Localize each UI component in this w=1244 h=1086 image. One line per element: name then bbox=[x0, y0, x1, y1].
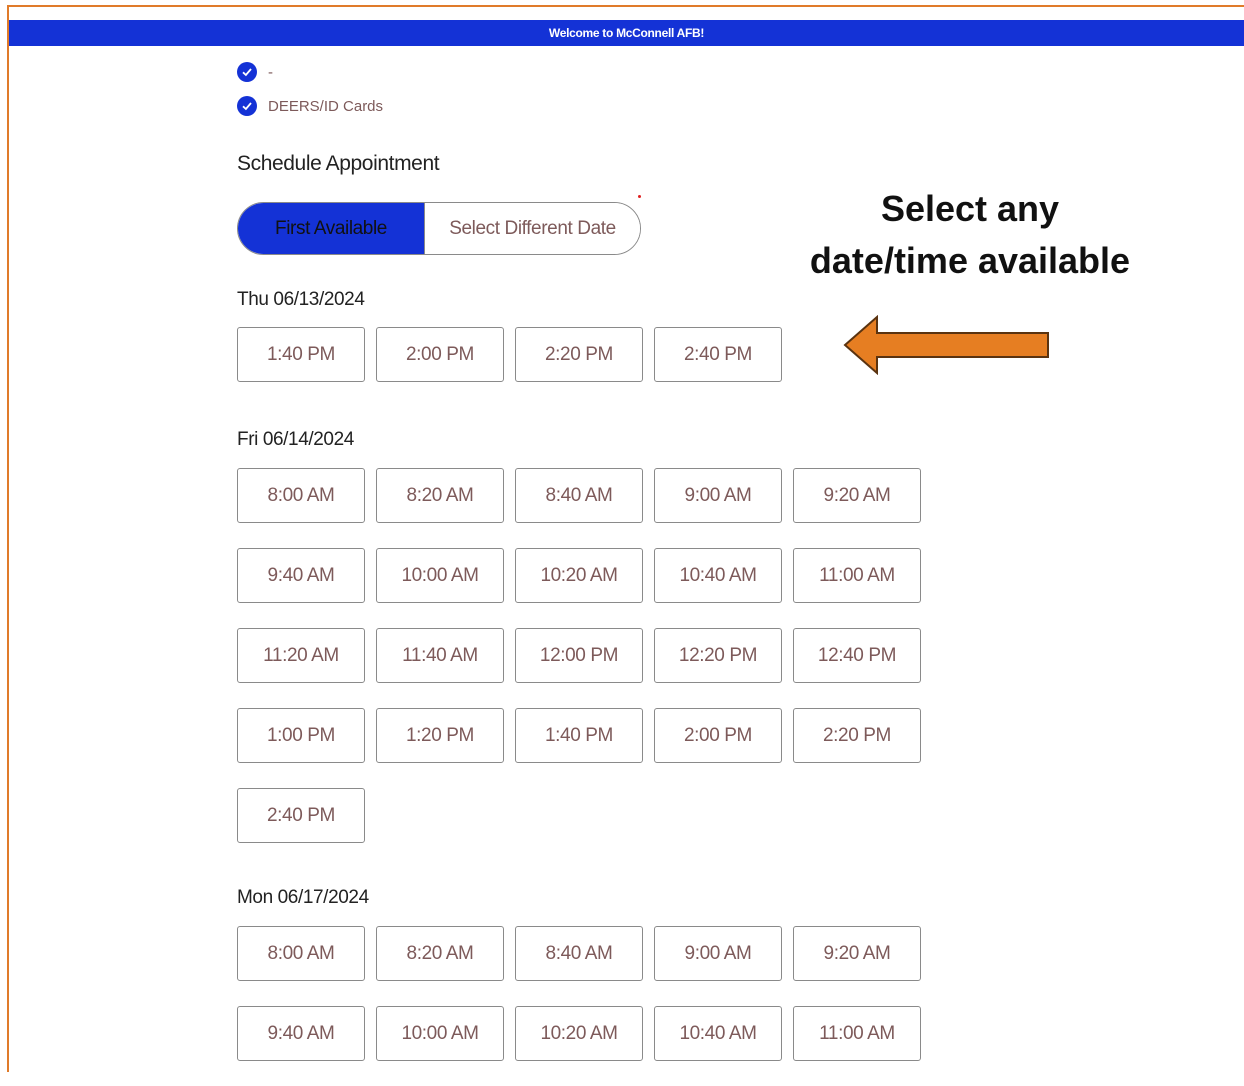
step-label: - bbox=[268, 63, 273, 81]
time-slot-button[interactable]: 8:40 AM bbox=[515, 468, 643, 523]
check-icon bbox=[237, 62, 257, 82]
time-slot-button[interactable]: 10:20 AM bbox=[515, 1006, 643, 1061]
time-slot-button[interactable]: 8:00 AM bbox=[237, 926, 365, 981]
check-icon bbox=[237, 96, 257, 116]
time-slot-button[interactable]: 11:00 AM bbox=[793, 548, 921, 603]
time-slot-button[interactable]: 2:00 PM bbox=[376, 327, 504, 382]
time-slot-button[interactable]: 2:20 PM bbox=[515, 327, 643, 382]
welcome-banner: Welcome to McConnell AFB! bbox=[9, 20, 1244, 46]
time-slot-button[interactable]: 2:40 PM bbox=[237, 788, 365, 843]
step-label: DEERS/ID Cards bbox=[268, 97, 384, 115]
time-slot-grid: 8:00 AM 8:20 AM 8:40 AM 9:00 AM 9:20 AM 9:40 … bbox=[237, 926, 937, 1086]
time-slot-button[interactable]: 8:20 AM bbox=[376, 926, 504, 981]
time-slot-button[interactable]: 1:40 PM bbox=[237, 327, 365, 382]
day-date-label: Mon 06/17/2024 bbox=[237, 887, 369, 908]
time-slot-button[interactable]: 10:40 AM bbox=[654, 1006, 782, 1061]
time-slot-button[interactable]: 12:40 PM bbox=[793, 628, 921, 683]
day-date-label: Fri 06/14/2024 bbox=[237, 429, 354, 450]
time-slot-button[interactable]: 12:20 PM bbox=[654, 628, 782, 683]
time-slot-button[interactable]: 12:00 PM bbox=[515, 628, 643, 683]
time-slot-button[interactable]: 1:20 PM bbox=[376, 708, 504, 763]
page-title: Schedule Appointment bbox=[237, 152, 440, 175]
time-slot-button[interactable]: 8:20 AM bbox=[376, 468, 504, 523]
time-slot-button[interactable]: 11:00 AM bbox=[793, 1006, 921, 1061]
date-mode-toggle: First Available Select Different Date bbox=[237, 202, 641, 255]
time-slot-button[interactable]: 9:20 AM bbox=[793, 926, 921, 981]
callout-line-1: Select any bbox=[880, 188, 1060, 229]
first-available-button[interactable]: First Available bbox=[238, 203, 424, 254]
time-slot-button[interactable]: 11:20 AM bbox=[237, 628, 365, 683]
time-slot-button[interactable]: 10:20 AM bbox=[515, 548, 643, 603]
time-slot-button[interactable]: 11:40 AM bbox=[376, 628, 504, 683]
select-different-date-button[interactable]: Select Different Date bbox=[424, 203, 640, 254]
step-item: - bbox=[237, 62, 273, 82]
time-slot-button[interactable]: 9:20 AM bbox=[793, 468, 921, 523]
time-slot-button[interactable]: 1:40 PM bbox=[515, 708, 643, 763]
instruction-callout: Select any date/time available bbox=[760, 183, 1180, 287]
step-item: DEERS/ID Cards bbox=[237, 96, 383, 116]
required-indicator bbox=[638, 195, 641, 198]
callout-line-2: date/time available bbox=[809, 240, 1131, 281]
time-slot-button[interactable]: 8:00 AM bbox=[237, 468, 365, 523]
time-slot-button[interactable]: 2:40 PM bbox=[654, 327, 782, 382]
time-slot-grid: 1:40 PM 2:00 PM 2:20 PM 2:40 PM bbox=[237, 327, 937, 407]
time-slot-button[interactable]: 1:00 PM bbox=[237, 708, 365, 763]
time-slot-button[interactable]: 8:40 AM bbox=[515, 926, 643, 981]
time-slot-button[interactable]: 2:20 PM bbox=[793, 708, 921, 763]
time-slot-button[interactable]: 9:00 AM bbox=[654, 926, 782, 981]
time-slot-button[interactable]: 10:00 AM bbox=[376, 548, 504, 603]
time-slot-button[interactable]: 9:40 AM bbox=[237, 548, 365, 603]
time-slot-button[interactable]: 2:00 PM bbox=[654, 708, 782, 763]
day-date-label: Thu 06/13/2024 bbox=[237, 289, 365, 310]
time-slot-button[interactable]: 10:00 AM bbox=[376, 1006, 504, 1061]
time-slot-grid: 8:00 AM 8:20 AM 8:40 AM 9:00 AM 9:20 AM 9:40 … bbox=[237, 468, 937, 868]
time-slot-button[interactable]: 10:40 AM bbox=[654, 548, 782, 603]
time-slot-button[interactable]: 9:00 AM bbox=[654, 468, 782, 523]
time-slot-button[interactable]: 9:40 AM bbox=[237, 1006, 365, 1061]
